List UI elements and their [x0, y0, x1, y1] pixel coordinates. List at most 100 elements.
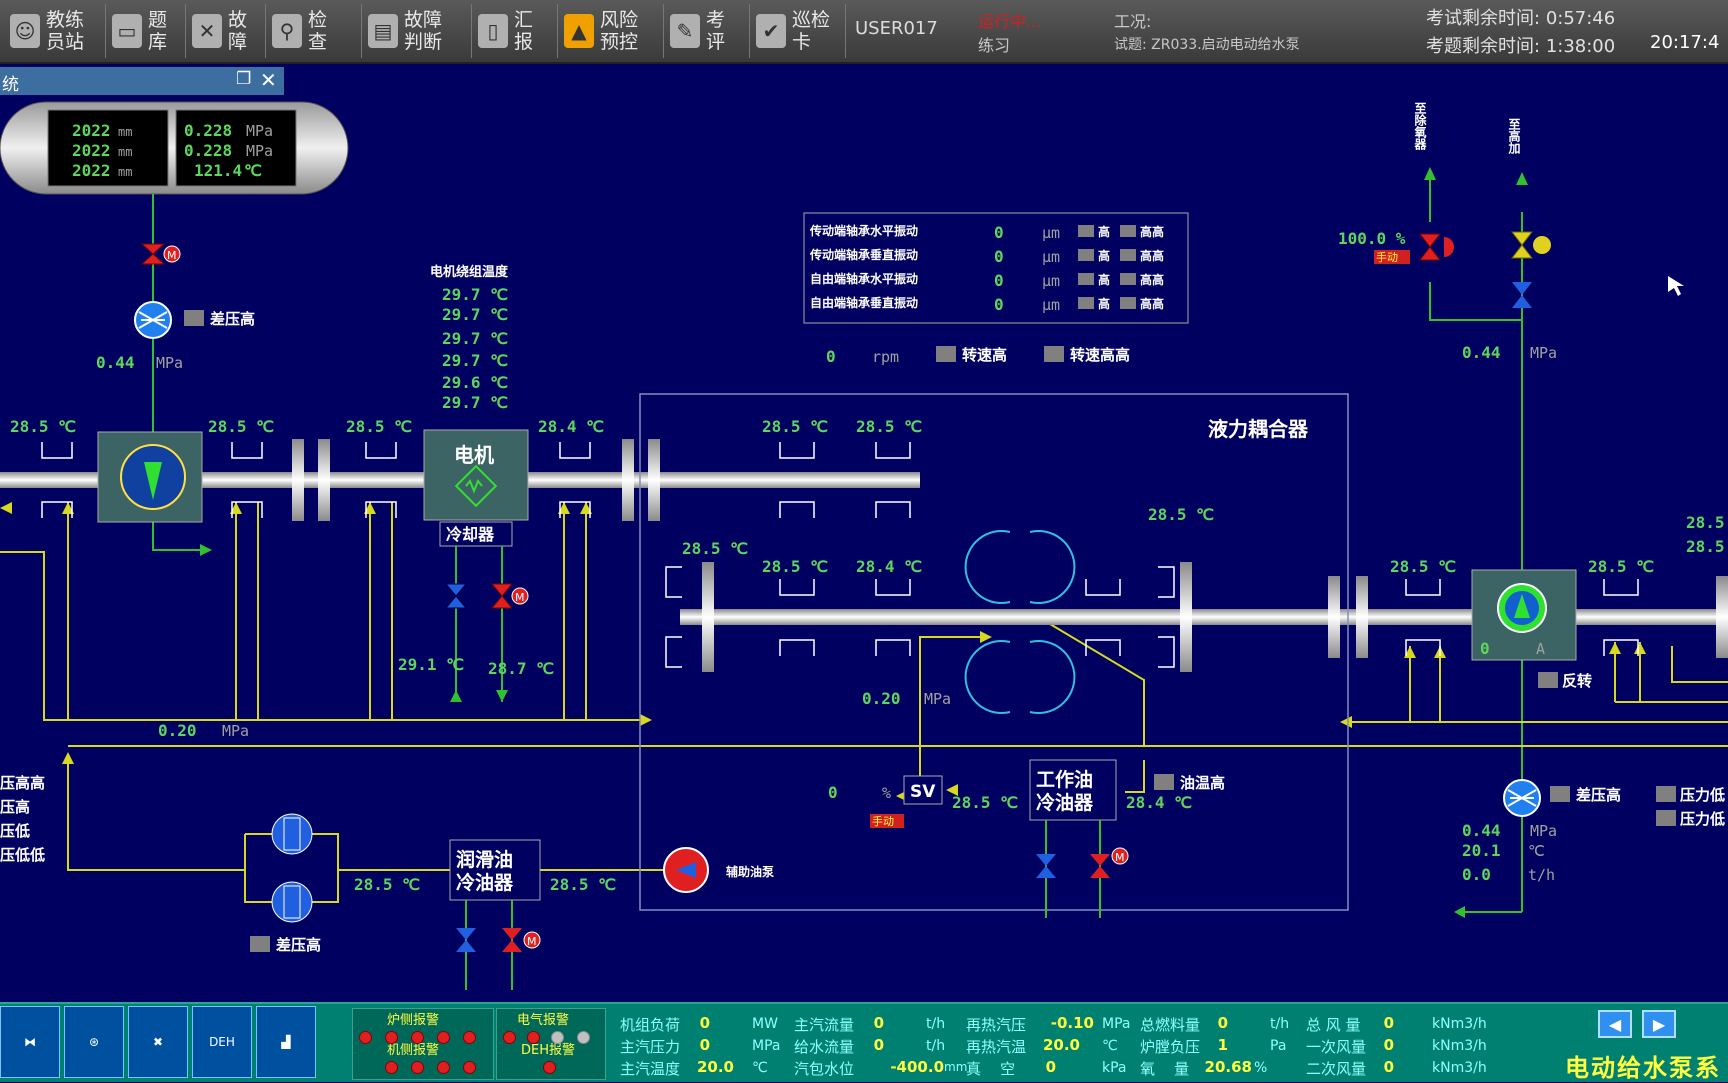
inlet-motor-valve[interactable]: M	[140, 243, 181, 265]
outlet-filter[interactable]	[1503, 779, 1541, 817]
top-toolbar: ☺ 教练 员站 ▭ 题 库 ✕ 故 障 ⚲ 检 查 ▤ 故障 判断 ▯ 汇 报 ▲ 风险 预控…	[0, 0, 1728, 64]
svg-text:M: M	[167, 249, 177, 262]
svg-text:高: 高	[1098, 296, 1110, 311]
clipboard-icon: ▯	[478, 14, 508, 48]
motor[interactable]: 电机	[423, 429, 529, 521]
svg-text:0: 0	[994, 295, 1004, 314]
transformer-icon[interactable]: ⊛	[64, 1006, 124, 1078]
hp-heater-check-valve[interactable]	[1512, 282, 1532, 308]
deh-icon[interactable]: DEH	[192, 1006, 252, 1078]
hydraulic-coupling-box	[639, 393, 1349, 911]
svg-text:29.6 ℃: 29.6 ℃	[442, 373, 508, 392]
monitor-icon: ▤	[368, 14, 398, 48]
condition-label: 工况:	[1114, 12, 1152, 31]
tank-level-3: 2022	[72, 161, 111, 180]
speed-high-alarm: 转速高	[962, 346, 1007, 364]
bearing-temps-mid: 28.5 ℃ 28.5 ℃ 28.4 ℃ 28.5 ℃ 28.5 ℃ 28.5 …	[682, 505, 1654, 576]
svg-text:29.7 ℃: 29.7 ℃	[442, 285, 508, 304]
svg-text:t/h: t/h	[1528, 866, 1555, 884]
tank-temp: 121.4	[194, 161, 242, 180]
run-status: 运行中...	[978, 12, 1042, 31]
fault-judgement-button[interactable]: ▤ 故障 判断	[362, 4, 472, 58]
cooler-outlet-valve[interactable]: M	[490, 583, 529, 609]
recirc-valve-percent: 100.0 %	[1338, 229, 1406, 248]
cooler-water-in-temp: 29.1 ℃	[398, 655, 464, 674]
risk-control-button[interactable]: ▲ 风险 预控	[558, 4, 664, 58]
lube-filter-upper[interactable]	[271, 813, 313, 855]
booster-pump[interactable]	[97, 431, 203, 523]
svg-text:μm: μm	[1042, 248, 1060, 266]
inlet-pressure: 0.44	[96, 353, 135, 372]
trend-chart-icon[interactable]: ▟	[256, 1006, 316, 1078]
prev-page-button[interactable]: ◀	[1598, 1010, 1632, 1038]
lube-in-temp: 28.5 ℃	[354, 875, 420, 894]
svg-text:28.5 ℃: 28.5 ℃	[1148, 505, 1214, 524]
system-name: 电动给水泵系	[1565, 1054, 1721, 1082]
feedwater-pump-diagram: 2022 2022 2022 mm mm mm 0.228 0.228 MPa …	[0, 101, 1728, 990]
inlet-filter[interactable]	[134, 301, 172, 339]
pump-current: 0	[1480, 639, 1490, 658]
pressure-low-alarm: 压力低	[1680, 786, 1725, 804]
work-oil-out-temp: 28.4 ℃	[1126, 793, 1192, 812]
svg-text:0: 0	[994, 271, 1004, 290]
work-oil-pressure: 0.20	[862, 689, 901, 708]
fan-icon[interactable]: ✖	[128, 1006, 188, 1078]
sv-manual-tag: 手动	[872, 814, 894, 828]
lube-cooler-inlet-valve[interactable]	[456, 928, 476, 952]
coupling-label: 液力耦合器	[1208, 417, 1309, 441]
next-page-button[interactable]: ▶	[1642, 1010, 1676, 1038]
report-button[interactable]: ▯ 汇 报	[472, 4, 558, 58]
lube-cooler-outlet-valve[interactable]: M	[502, 928, 541, 952]
recirc-manual-tag: 手动	[1376, 250, 1398, 264]
window-tab[interactable]: 统 ❐ ✕	[0, 67, 284, 95]
fault-button[interactable]: ✕ 故 障	[186, 4, 266, 58]
motor-label: 电机	[454, 443, 494, 467]
hp-heater-valve[interactable]	[1510, 231, 1551, 259]
recirc-valve[interactable]	[1418, 233, 1454, 261]
cooler-water-out-temp: 28.7 ℃	[488, 659, 554, 678]
window-title: 统	[2, 75, 19, 95]
restore-icon[interactable]: ❐	[236, 69, 251, 89]
outlet-filter-alarm: 差压高	[1576, 786, 1621, 804]
svg-text:mm: mm	[118, 165, 132, 179]
aux-oil-pump[interactable]	[663, 847, 709, 893]
svg-text:高: 高	[1098, 248, 1110, 263]
inspection-card-button[interactable]: ✔ 巡检 卡	[750, 4, 846, 58]
to-deaerator-label: 至除氧器	[1413, 102, 1427, 151]
lube-filter-alarm: 差压高	[276, 936, 321, 954]
magnifier-icon: ⚲	[272, 14, 302, 48]
svg-text:μm: μm	[1042, 296, 1060, 314]
work-oil-cooler-outlet-valve[interactable]: M	[1090, 847, 1129, 878]
coach-station-button[interactable]: ☺ 教练 员站	[4, 4, 106, 58]
cooler-inlet-valve[interactable]	[444, 583, 468, 609]
electric-deh-alarm-panel[interactable]: 电气报警 DEH报警	[496, 1008, 606, 1080]
outlet-pressure: 0.44	[1462, 821, 1501, 840]
inlet-filter-alarm-lamp	[184, 310, 204, 326]
close-icon[interactable]: ✕	[260, 68, 277, 92]
discharge-pressure: 0.44	[1462, 343, 1501, 362]
svg-text:高高: 高高	[1140, 224, 1164, 239]
valve-icon[interactable]: ⧓	[0, 1006, 60, 1078]
tank-level-1: 2022	[72, 121, 111, 140]
svg-text:工作油冷油器: 工作油冷油器	[1036, 768, 1094, 814]
inspection-card-icon: ✔	[756, 14, 786, 48]
work-oil-cooler-inlet-valve[interactable]	[1036, 854, 1056, 878]
boiler-turbine-alarm-panel[interactable]: 炉侧报警 机侧报警	[352, 1008, 494, 1080]
coach-icon: ☺	[10, 14, 40, 48]
svg-text:28.5 ℃: 28.5 ℃	[682, 539, 748, 558]
warning-icon: ▲	[564, 14, 594, 48]
check-button[interactable]: ⚲ 检 查	[266, 4, 362, 58]
vibration-panel: 传动端轴承水平振动 传动端轴承垂直振动 自由端轴承水平振动 自由端轴承垂直振动 …	[803, 212, 1189, 324]
speed-highhigh-alarm: 转速高高	[1070, 346, 1130, 364]
svg-text:mm: mm	[118, 145, 132, 159]
right-edge-temp-2: 28.5	[1686, 537, 1725, 556]
exam-remaining-time: 考试剩余时间: 0:57:46	[1426, 8, 1616, 29]
question-bank-button[interactable]: ▭ 题 库	[106, 4, 186, 58]
svg-text:28.5 ℃: 28.5 ℃	[10, 417, 76, 436]
evaluation-button[interactable]: ✎ 考 评	[664, 4, 750, 58]
svg-text:高高: 高高	[1140, 272, 1164, 287]
svg-text:28.5 ℃: 28.5 ℃	[856, 417, 922, 436]
svg-text:压低: 压低	[0, 822, 30, 840]
svg-text:28.4 ℃: 28.4 ℃	[538, 417, 604, 436]
lube-filter-lower[interactable]	[271, 881, 313, 923]
